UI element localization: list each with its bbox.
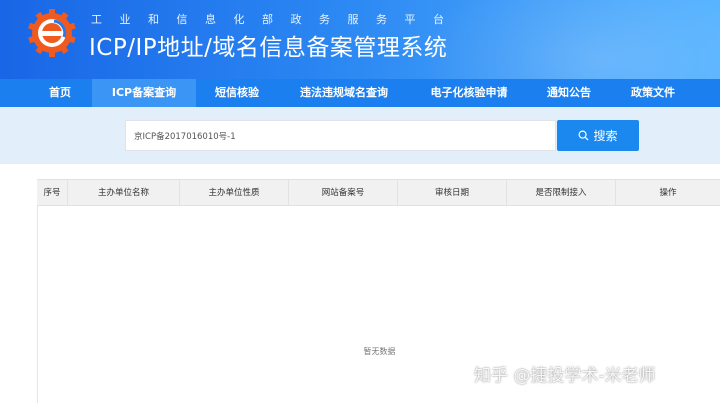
column-header-org-name: 主办单位名称 [97,188,149,198]
main-nav: 首页 ICP备案查询 短信核验 违法违规域名查询 电子化核验申请 通知公告 政策… [0,79,720,107]
column-header-access-restricted: 是否限制接入 [535,188,587,198]
search-icon [578,130,589,141]
column-header-actions: 操作 [659,188,677,198]
nav-item-icp-query[interactable]: ICP备案查询 [92,79,196,107]
site-header: 工业和信息化部政务服务平台 ICP/IP地址/域名信息备案管理系统 [0,0,720,79]
site-subtitle: 工业和信息化部政务服务平台 [91,13,462,26]
search-button[interactable]: 搜索 [557,120,639,151]
nav-item-policy-docs[interactable]: 政策文件 [620,79,686,107]
nav-item-e-verify-apply[interactable]: 电子化核验申请 [418,79,520,107]
column-header-review-date: 审核日期 [434,188,469,198]
column-header-org-type: 主办单位性质 [208,188,260,198]
nav-item-notices[interactable]: 通知公告 [536,79,602,107]
column-header-index: 序号 [43,188,61,198]
nav-item-home[interactable]: 首页 [30,79,90,107]
emblem-gear-logo [28,9,76,57]
results-table-header: 序号 主办单位名称 主办单位性质 网站备案号 审核日期 是否限制接入 操作 [37,179,720,206]
column-header-site-license: 网站备案号 [321,188,365,198]
site-title: ICP/IP地址/域名信息备案管理系统 [89,35,448,61]
nav-item-illegal-domain-query[interactable]: 违法违规域名查询 [288,79,400,107]
search-button-label: 搜索 [593,129,618,143]
watermark-text: 知乎 @捷投学术-米老师 [474,366,656,386]
nav-item-sms-verify[interactable]: 短信核验 [200,79,274,107]
header-glow [420,0,720,79]
empty-state-text: 暂无数据 [363,347,396,356]
search-input[interactable] [125,120,556,151]
